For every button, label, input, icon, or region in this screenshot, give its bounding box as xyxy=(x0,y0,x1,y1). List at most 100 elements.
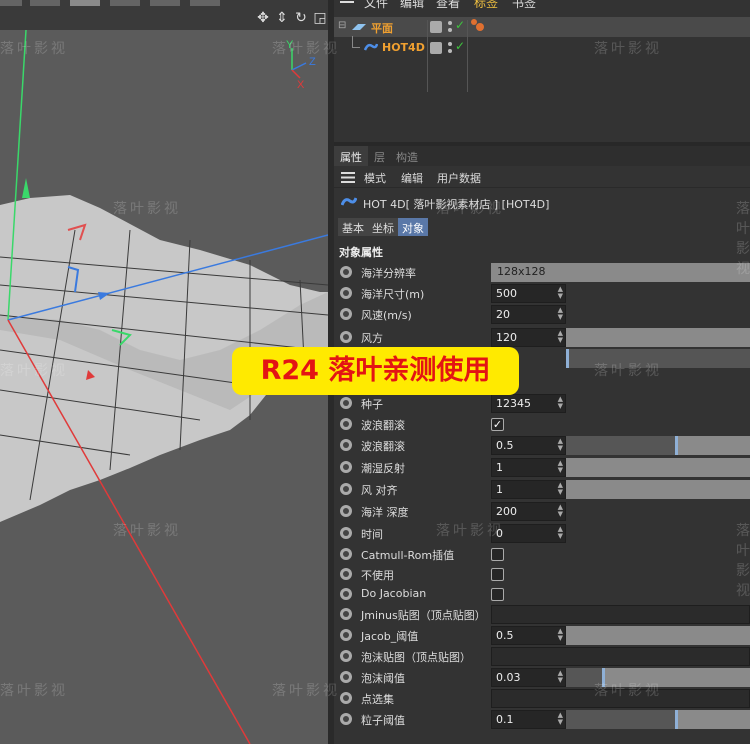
tab-attributes[interactable]: 属性 xyxy=(340,149,362,165)
animate-radio[interactable] xyxy=(340,588,352,600)
do-jacobian-checkbox[interactable] xyxy=(491,588,504,601)
wind-direction-slider[interactable] xyxy=(566,328,750,347)
viewport-toolbar-tab[interactable] xyxy=(70,0,100,6)
hamburger-menu-icon[interactable] xyxy=(340,0,354,6)
resolution-dropdown[interactable]: 128x128 xyxy=(491,263,750,282)
maximize-view-icon[interactable]: ◲ xyxy=(312,10,328,26)
jacob-threshold-field[interactable]: 0.5 ▲ ▼ xyxy=(491,626,566,645)
animate-radio[interactable] xyxy=(340,266,352,278)
animate-radio[interactable] xyxy=(340,692,352,704)
animate-radio[interactable] xyxy=(340,548,352,560)
animate-radio[interactable] xyxy=(340,527,352,539)
object-edit-toggle[interactable] xyxy=(430,42,442,54)
animate-radio[interactable] xyxy=(340,608,352,620)
menu-edit[interactable]: 编辑 xyxy=(400,0,424,10)
stepper-icon[interactable]: ▲ ▼ xyxy=(558,526,563,540)
tab-layers[interactable]: 层 xyxy=(374,149,385,165)
seed-field[interactable]: 12345 ▲ ▼ xyxy=(491,394,566,413)
chop-checkbox[interactable]: ✓ xyxy=(491,418,504,431)
menu-view[interactable]: 查看 xyxy=(436,0,460,10)
animate-radio[interactable] xyxy=(340,505,352,517)
animate-radio[interactable] xyxy=(340,671,352,683)
particle-threshold-slider[interactable] xyxy=(566,710,750,729)
point-selection-link[interactable] xyxy=(491,689,750,708)
viewport-toolbar-tab[interactable] xyxy=(30,0,60,6)
object-name-plane[interactable]: 平面 xyxy=(371,20,393,36)
stepper-icon[interactable]: ▲ ▼ xyxy=(558,438,563,452)
y-axis-arrow[interactable] xyxy=(22,178,30,198)
stepper-icon[interactable]: ▲ ▼ xyxy=(558,670,563,684)
menu-file[interactable]: 文件 xyxy=(364,0,388,10)
menu-edit[interactable]: 编辑 xyxy=(401,170,423,186)
wind-align-slider[interactable] xyxy=(566,480,750,499)
visibility-dots-icon[interactable] xyxy=(447,20,453,34)
foam-threshold-slider[interactable] xyxy=(566,668,750,687)
menu-tags[interactable]: 标签 xyxy=(474,0,498,10)
ocean-size-field[interactable]: 500 ▲ ▼ xyxy=(491,284,566,303)
stepper-icon[interactable]: ▲ ▼ xyxy=(558,712,563,726)
chop-amount-field[interactable]: 0.5 ▲ ▼ xyxy=(491,436,566,455)
subtab-coord[interactable]: 坐标 xyxy=(368,218,398,236)
rotate-view-icon[interactable]: ↻ xyxy=(293,10,309,26)
animate-radio[interactable] xyxy=(340,650,352,662)
tab-structure[interactable]: 构造 xyxy=(396,149,418,165)
animate-radio[interactable] xyxy=(340,418,352,430)
hamburger-menu-icon[interactable] xyxy=(341,172,355,183)
stepper-icon[interactable]: ▲ ▼ xyxy=(558,396,563,410)
hidden-slider[interactable] xyxy=(566,349,750,368)
menu-bookmarks[interactable]: 书签 xyxy=(512,0,536,10)
animate-radio[interactable] xyxy=(340,483,352,495)
object-row-hot4d[interactable]: HOT4D ✓ xyxy=(334,36,750,58)
material-tag-icon[interactable] xyxy=(469,17,485,33)
damp-reflections-field[interactable]: 1 ▲ ▼ xyxy=(491,458,566,477)
wind-direction-field[interactable]: 120 ▲ ▼ xyxy=(491,328,566,347)
catmull-rom-checkbox[interactable] xyxy=(491,548,504,561)
disable-checkbox[interactable] xyxy=(491,568,504,581)
animate-radio[interactable] xyxy=(340,439,352,451)
object-edit-toggle[interactable] xyxy=(430,21,442,33)
stepper-icon[interactable]: ▲ ▼ xyxy=(558,504,563,518)
jminus-map-link[interactable] xyxy=(491,605,750,624)
stepper-icon[interactable]: ▲ ▼ xyxy=(558,628,563,642)
subtab-object[interactable]: 对象 xyxy=(398,218,428,236)
enabled-check-icon[interactable]: ✓ xyxy=(455,39,465,53)
animate-radio[interactable] xyxy=(340,397,352,409)
stepper-icon[interactable]: ▲ ▼ xyxy=(558,286,563,300)
animate-radio[interactable] xyxy=(340,308,352,320)
animate-radio[interactable] xyxy=(340,713,352,725)
foam-map-link[interactable] xyxy=(491,647,750,666)
animate-radio[interactable] xyxy=(340,568,352,580)
object-row-plane[interactable]: ⊟ 平面 ✓ xyxy=(334,17,750,37)
animate-radio[interactable] xyxy=(340,331,352,343)
enabled-check-icon[interactable]: ✓ xyxy=(455,18,465,32)
subtab-basic[interactable]: 基本 xyxy=(338,218,368,236)
chop-amount-slider[interactable] xyxy=(566,436,750,455)
animate-radio[interactable] xyxy=(340,287,352,299)
menu-user-data[interactable]: 用户数据 xyxy=(437,170,481,186)
animate-radio[interactable] xyxy=(340,629,352,641)
viewport-toolbar-tab[interactable] xyxy=(150,0,180,6)
viewport-toolbar-tab[interactable] xyxy=(190,0,220,6)
foam-threshold-field[interactable]: 0.03 ▲ ▼ xyxy=(491,668,566,687)
viewport-toolbar-tab[interactable] xyxy=(0,0,22,6)
zoom-view-icon[interactable]: ⇕ xyxy=(274,10,290,26)
wind-align-field[interactable]: 1 ▲ ▼ xyxy=(491,480,566,499)
tree-toggle-icon[interactable]: ⊟ xyxy=(338,20,346,31)
animate-radio[interactable] xyxy=(340,461,352,473)
time-field[interactable]: 0 ▲ ▼ xyxy=(491,524,566,543)
move-view-icon[interactable]: ✥ xyxy=(255,10,271,26)
damp-reflections-slider[interactable] xyxy=(566,458,750,477)
wind-speed-field[interactable]: 20 ▲ ▼ xyxy=(491,305,566,324)
menu-mode[interactable]: 模式 xyxy=(364,170,386,186)
ocean-depth-field[interactable]: 200 ▲ ▼ xyxy=(491,502,566,521)
stepper-icon[interactable]: ▲ ▼ xyxy=(558,307,563,321)
stepper-icon[interactable]: ▲ ▼ xyxy=(558,460,563,474)
jacob-threshold-slider[interactable] xyxy=(566,626,750,645)
viewport-toolbar-tab[interactable] xyxy=(110,0,140,6)
object-name-hot4d[interactable]: HOT4D xyxy=(382,41,425,54)
stepper-icon[interactable]: ▲ ▼ xyxy=(558,482,563,496)
particle-threshold-field[interactable]: 0.1 ▲ ▼ xyxy=(491,710,566,729)
visibility-dots-icon[interactable] xyxy=(447,41,453,55)
plane-object-icon xyxy=(352,24,366,30)
stepper-icon[interactable]: ▲ ▼ xyxy=(558,330,563,344)
